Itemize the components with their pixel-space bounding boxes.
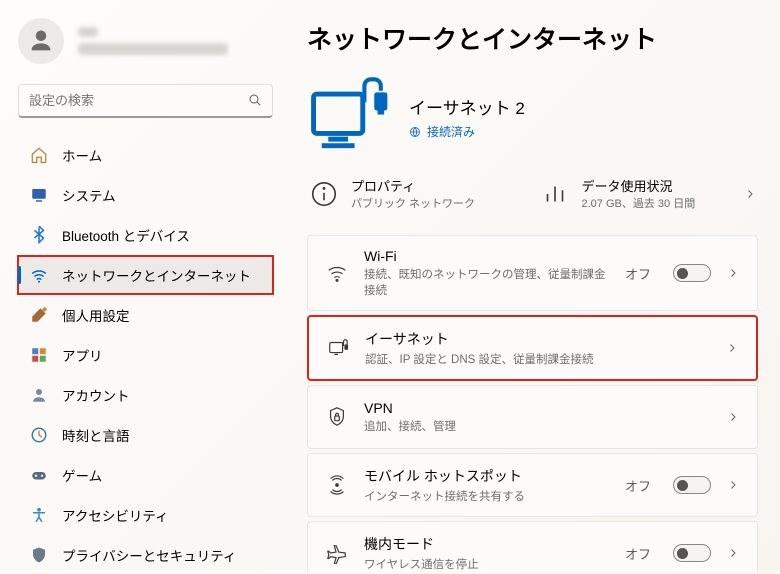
apps-icon bbox=[30, 346, 48, 364]
ethernet-monitor-icon bbox=[307, 76, 389, 158]
sidebar-item-label: プライバシーとセキュリティ bbox=[62, 545, 236, 565]
sidebar-item-label: Bluetooth とデバイス bbox=[62, 225, 190, 245]
row-title: モバイル ホットスポット bbox=[364, 466, 609, 486]
wifi-state: オフ bbox=[625, 264, 651, 283]
properties-card[interactable]: プロパティ パブリック ネットワーク bbox=[307, 172, 528, 215]
sidebar-item-home[interactable]: ホーム bbox=[18, 136, 273, 174]
airplane-state: オフ bbox=[625, 544, 651, 563]
accessibility-icon bbox=[30, 506, 48, 524]
home-icon bbox=[30, 146, 48, 164]
search-input[interactable] bbox=[18, 84, 273, 118]
data-usage-title: データ使用状況 bbox=[582, 176, 733, 195]
user-name-redacted bbox=[78, 27, 228, 55]
sidebar-item-accessibility[interactable]: アクセシビリティ bbox=[18, 496, 273, 534]
sidebar-item-system[interactable]: システム bbox=[18, 176, 273, 214]
gaming-icon bbox=[30, 466, 48, 484]
personalization-icon bbox=[30, 306, 48, 324]
search-box[interactable] bbox=[18, 84, 273, 118]
network-icon bbox=[30, 266, 48, 284]
sidebar-item-apps[interactable]: アプリ bbox=[18, 336, 273, 374]
chevron-right-icon bbox=[744, 188, 756, 200]
data-usage-card[interactable]: データ使用状況 2.07 GB、過去 30 日間 bbox=[538, 172, 759, 215]
sidebar-item-gaming[interactable]: ゲーム bbox=[18, 456, 273, 494]
shield-icon bbox=[30, 546, 48, 564]
chevron-right-icon bbox=[726, 342, 738, 354]
ethernet-icon bbox=[327, 337, 349, 359]
info-icon bbox=[309, 179, 339, 209]
airplane-toggle[interactable] bbox=[673, 544, 711, 562]
properties-sub: パブリック ネットワーク bbox=[351, 195, 526, 211]
properties-title: プロパティ bbox=[351, 176, 526, 195]
chevron-right-icon bbox=[727, 547, 739, 559]
connection-status-card: イーサネット 2 接続済み bbox=[307, 76, 758, 158]
connection-name: イーサネット 2 bbox=[409, 94, 525, 119]
row-sub: ワイヤレス通信を停止 bbox=[364, 556, 609, 571]
wifi-toggle[interactable] bbox=[673, 264, 711, 282]
sidebar-item-label: ネットワークとインターネット bbox=[62, 265, 251, 285]
sidebar-item-accounts[interactable]: アカウント bbox=[18, 376, 273, 414]
sidebar-item-label: アクセシビリティ bbox=[62, 505, 169, 525]
row-title: イーサネット bbox=[365, 329, 710, 349]
sidebar-item-label: アカウント bbox=[62, 385, 130, 405]
hotspot-toggle[interactable] bbox=[673, 476, 711, 494]
row-title: 機内モード bbox=[364, 534, 609, 554]
hotspot-icon bbox=[326, 474, 348, 496]
wifi-icon bbox=[326, 262, 348, 284]
time-language-icon bbox=[30, 426, 48, 444]
row-airplane[interactable]: 機内モード ワイヤレス通信を停止 オフ bbox=[307, 521, 758, 571]
row-sub: 認証、IP 設定と DNS 設定、従量制課金接続 bbox=[365, 351, 710, 367]
chevron-right-icon bbox=[727, 479, 739, 491]
sidebar-item-label: 個人用設定 bbox=[62, 305, 130, 325]
sidebar-item-personalization[interactable]: 個人用設定 bbox=[18, 296, 273, 334]
data-usage-sub: 2.07 GB、過去 30 日間 bbox=[582, 195, 733, 211]
connection-status-text: 接続済み bbox=[427, 123, 475, 140]
sidebar-item-network[interactable]: ネットワークとインターネット bbox=[18, 256, 273, 294]
row-wifi[interactable]: Wi-Fi 接続、既知のネットワークの管理、従量制課金接続 オフ bbox=[307, 235, 758, 311]
globe-icon bbox=[409, 126, 421, 138]
sidebar-item-label: ホーム bbox=[62, 145, 102, 165]
row-title: VPN bbox=[364, 400, 711, 416]
user-profile[interactable] bbox=[18, 18, 273, 64]
row-vpn[interactable]: VPN 追加、接続、管理 bbox=[307, 385, 758, 449]
vpn-icon bbox=[326, 406, 348, 428]
sidebar-item-label: システム bbox=[62, 185, 116, 205]
row-sub: 接続、既知のネットワークの管理、従量制課金接続 bbox=[364, 266, 609, 298]
page-title: ネットワークとインターネット bbox=[307, 20, 758, 56]
data-usage-icon bbox=[540, 179, 570, 209]
avatar bbox=[18, 18, 64, 64]
row-hotspot[interactable]: モバイル ホットスポット インターネット接続を共有する オフ bbox=[307, 453, 758, 517]
sidebar-item-privacy[interactable]: プライバシーとセキュリティ bbox=[18, 536, 273, 574]
accounts-icon bbox=[30, 386, 48, 404]
sidebar-item-label: アプリ bbox=[62, 345, 103, 365]
system-icon bbox=[30, 186, 48, 204]
sidebar-item-time-language[interactable]: 時刻と言語 bbox=[18, 416, 273, 454]
row-sub: インターネット接続を共有する bbox=[364, 488, 609, 504]
sidebar-item-label: 時刻と言語 bbox=[62, 425, 130, 445]
chevron-right-icon bbox=[727, 267, 739, 279]
sidebar-item-label: ゲーム bbox=[62, 465, 102, 485]
row-sub: 追加、接続、管理 bbox=[364, 418, 711, 434]
hotspot-state: オフ bbox=[625, 476, 651, 495]
bluetooth-icon bbox=[30, 226, 48, 244]
row-ethernet[interactable]: イーサネット 認証、IP 設定と DNS 設定、従量制課金接続 bbox=[307, 315, 758, 381]
chevron-right-icon bbox=[727, 411, 739, 423]
sidebar-item-bluetooth[interactable]: Bluetooth とデバイス bbox=[18, 216, 273, 254]
airplane-icon bbox=[326, 542, 348, 564]
row-title: Wi-Fi bbox=[364, 248, 609, 264]
search-icon bbox=[247, 92, 263, 108]
